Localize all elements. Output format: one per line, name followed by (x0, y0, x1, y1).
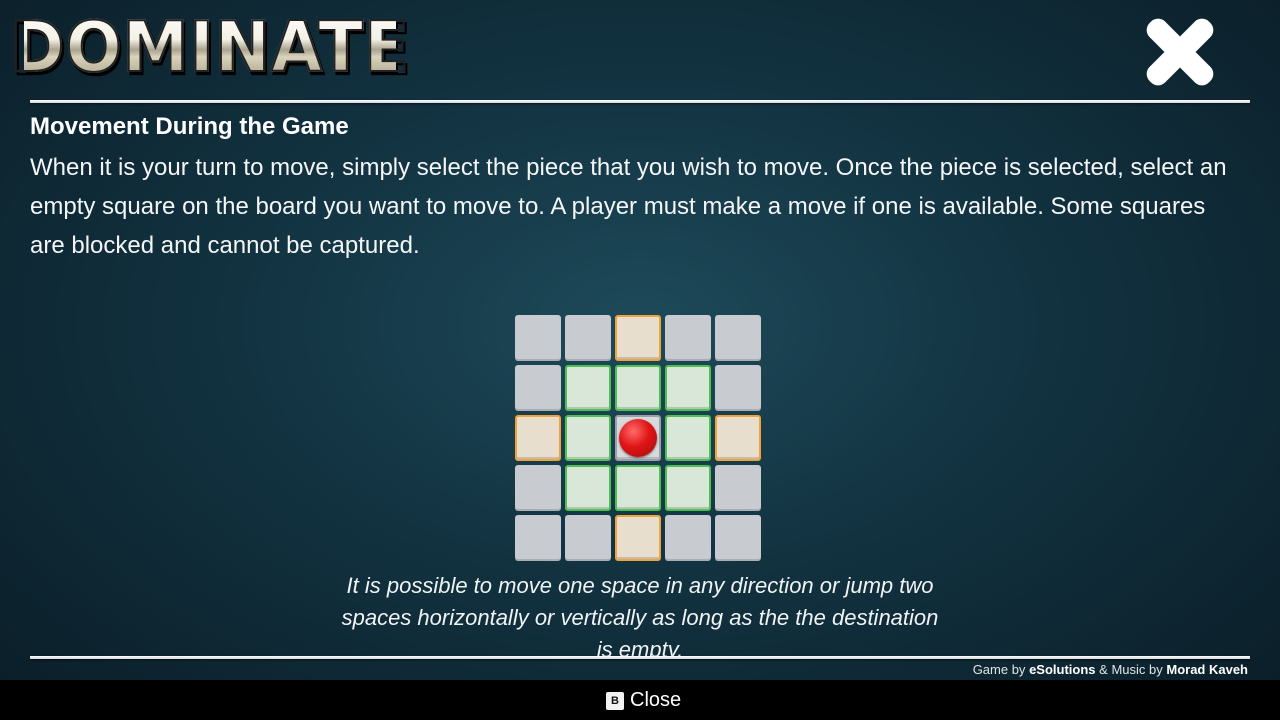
credits: Game by eSolutions & Music by Morad Kave… (973, 662, 1248, 677)
game-logo: DOMINATE (9, 4, 410, 92)
board-cell-adjacent-move (565, 365, 611, 411)
board-cell (565, 515, 611, 561)
credits-developer: eSolutions (1029, 662, 1096, 677)
board-cell (715, 365, 761, 411)
board-cell-jump-move (515, 415, 561, 461)
header-divider (30, 100, 1250, 103)
board-cell (515, 315, 561, 361)
board-cell (515, 465, 561, 511)
board-cell-adjacent-move (565, 415, 611, 461)
close-button[interactable]: B Close (606, 689, 681, 712)
board-cell (715, 465, 761, 511)
credits-music-prefix: Music by (1111, 662, 1163, 677)
board-cell-adjacent-move (565, 465, 611, 511)
board-caption: It is possible to move one space in any … (341, 573, 939, 656)
b-button-icon: B (606, 691, 624, 710)
board-cell-adjacent-move (665, 365, 711, 411)
credits-game-prefix: Game by (972, 662, 1026, 677)
board-cell (715, 515, 761, 561)
board-cell (515, 515, 561, 561)
board-cell-adjacent-move (665, 465, 711, 511)
board-cell-adjacent-move (615, 465, 661, 511)
credits-separator: & (1099, 662, 1108, 677)
credits-composer: Morad Kaveh (1166, 662, 1248, 677)
board-cell (665, 315, 711, 361)
close-label: Close (630, 689, 682, 711)
board-cell-selected (615, 415, 661, 461)
board-cell-jump-move (615, 315, 661, 361)
red-piece (619, 419, 657, 457)
board-cell (715, 315, 761, 361)
board-cell-adjacent-move (615, 365, 661, 411)
board-cell-jump-move (715, 415, 761, 461)
footer-divider (30, 656, 1250, 659)
board-cell-adjacent-move (665, 415, 711, 461)
board-cell (665, 515, 711, 561)
board-cell (565, 315, 611, 361)
board-cell (515, 365, 561, 411)
board-cell-jump-move (615, 515, 661, 561)
section-title: Movement During the Game (30, 113, 349, 140)
movement-example-board (515, 315, 765, 565)
section-body: When it is your turn to move, simply sel… (30, 154, 1227, 259)
close-x-icon[interactable] (1140, 14, 1220, 90)
